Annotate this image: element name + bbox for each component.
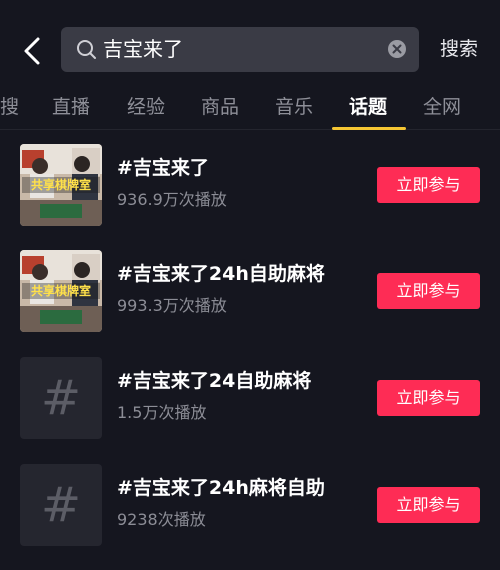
- list-item[interactable]: 共享棋牌室 #吉宝来了 936.9万次播放 立即参与: [0, 144, 500, 250]
- clear-icon[interactable]: [387, 39, 407, 59]
- topic-title[interactable]: #吉宝来了24h自助麻将: [117, 261, 325, 287]
- category-tabs: 搜 直播 经验 商品 音乐 话题 全网: [0, 86, 500, 130]
- play-count: 9238次播放: [117, 510, 206, 529]
- thumbnail-caption: 共享棋牌室: [30, 178, 91, 192]
- tab-topics[interactable]: 话题: [349, 94, 387, 120]
- topic-thumbnail: #: [20, 357, 102, 439]
- hashtag-icon: #: [40, 370, 82, 426]
- join-button[interactable]: 立即参与: [377, 380, 480, 416]
- join-button[interactable]: 立即参与: [377, 167, 480, 203]
- list-item[interactable]: # #吉宝来了24h麻将自助 9238次播放 立即参与: [0, 464, 500, 570]
- tab-music[interactable]: 音乐: [275, 94, 313, 120]
- chevron-left-icon: [24, 37, 40, 65]
- back-button[interactable]: [18, 34, 48, 68]
- search-button[interactable]: 搜索: [440, 36, 478, 62]
- search-header: 吉宝来了 搜索: [0, 0, 500, 100]
- tab-live[interactable]: 直播: [52, 94, 90, 120]
- join-button[interactable]: 立即参与: [377, 273, 480, 309]
- search-icon: [77, 40, 96, 59]
- join-button[interactable]: 立即参与: [377, 487, 480, 523]
- tab-experience[interactable]: 经验: [127, 94, 165, 120]
- topic-thumbnail: 共享棋牌室: [20, 250, 102, 332]
- play-count: 1.5万次播放: [117, 403, 207, 422]
- topic-title[interactable]: #吉宝来了24h麻将自助: [117, 475, 325, 501]
- tab-products[interactable]: 商品: [201, 94, 239, 120]
- thumbnail-caption: 共享棋牌室: [30, 284, 91, 298]
- play-count: 993.3万次播放: [117, 296, 227, 315]
- active-tab-indicator: [332, 127, 406, 130]
- topic-title[interactable]: #吉宝来了24自助麻将: [117, 368, 311, 394]
- hashtag-icon: #: [40, 477, 82, 533]
- search-query[interactable]: 吉宝来了: [103, 36, 183, 63]
- topic-thumbnail: 共享棋牌室: [20, 144, 102, 226]
- list-item[interactable]: # #吉宝来了24自助麻将 1.5万次播放 立即参与: [0, 357, 500, 463]
- list-item[interactable]: 共享棋牌室 #吉宝来了24h自助麻将 993.3万次播放 立即参与: [0, 250, 500, 356]
- play-count: 936.9万次播放: [117, 190, 227, 209]
- tab-search[interactable]: 搜: [0, 94, 19, 120]
- topic-title[interactable]: #吉宝来了: [117, 155, 209, 181]
- search-input[interactable]: 吉宝来了: [61, 27, 419, 72]
- topic-thumbnail: #: [20, 464, 102, 546]
- tab-all-web[interactable]: 全网: [423, 94, 461, 120]
